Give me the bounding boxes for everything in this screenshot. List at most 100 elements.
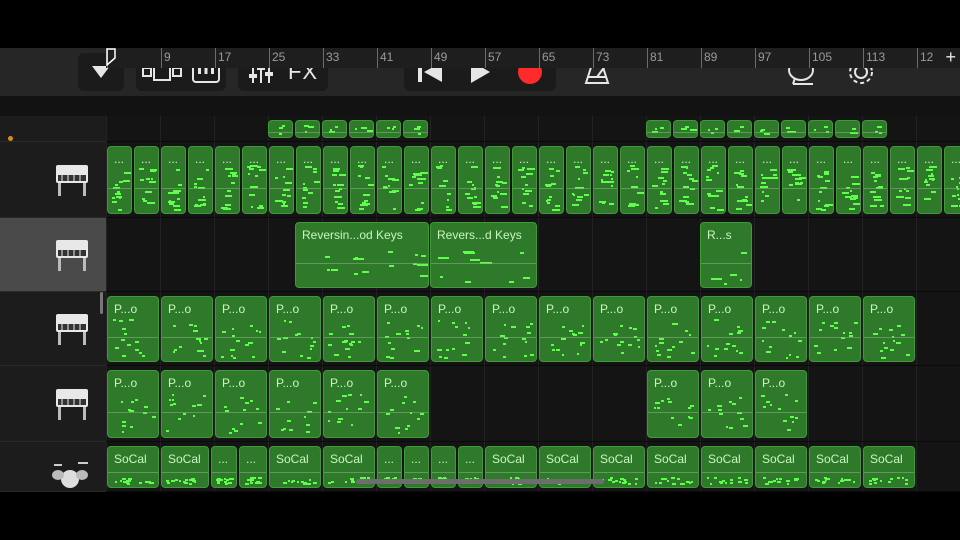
midi-note (414, 174, 422, 177)
midi-region[interactable]: ... (890, 146, 915, 214)
midi-region[interactable]: ... (404, 146, 429, 214)
midi-region[interactable]: P...o (323, 296, 375, 362)
midi-region[interactable]: ... (755, 146, 780, 214)
midi-region[interactable]: SoCal (647, 446, 699, 488)
midi-note (671, 477, 675, 480)
midi-region[interactable]: P...o (809, 296, 861, 362)
midi-region[interactable] (754, 120, 779, 138)
midi-region[interactable]: ... (107, 146, 132, 214)
midi-region[interactable]: P...o (755, 296, 807, 362)
midi-region[interactable]: P...o (485, 296, 537, 362)
midi-region[interactable]: ... (647, 146, 672, 214)
midi-region[interactable] (349, 120, 374, 138)
midi-region[interactable]: ... (917, 146, 942, 214)
midi-region[interactable]: ... (566, 146, 591, 214)
midi-region[interactable] (322, 120, 347, 138)
midi-region[interactable]: P...o (107, 296, 159, 362)
midi-region[interactable] (862, 120, 887, 138)
midi-region[interactable]: R...s (700, 222, 752, 288)
timeline-ruler[interactable]: 9 17 25 33 41 49 57 65 73 81 89 97 105 113 12 (106, 48, 960, 68)
midi-region[interactable]: ... (296, 146, 321, 214)
midi-region[interactable] (700, 120, 725, 138)
midi-region[interactable]: ... (211, 446, 237, 488)
midi-region[interactable]: ... (728, 146, 753, 214)
track-header[interactable] (0, 442, 106, 492)
midi-note (706, 477, 710, 480)
horizontal-scrollbar[interactable] (356, 479, 604, 484)
midi-region[interactable]: P...o (215, 296, 267, 362)
playhead-marker[interactable] (106, 48, 116, 66)
midi-region[interactable]: ... (323, 146, 348, 214)
midi-region[interactable]: ... (215, 146, 240, 214)
midi-region[interactable]: ... (863, 146, 888, 214)
midi-region[interactable] (403, 120, 428, 138)
midi-region[interactable]: SoCal (755, 446, 807, 488)
midi-region[interactable]: P...o (377, 370, 429, 438)
track-header[interactable] (0, 142, 106, 218)
midi-region[interactable]: P...o (323, 370, 375, 438)
midi-region[interactable]: ... (782, 146, 807, 214)
midi-region[interactable]: ... (836, 146, 861, 214)
midi-region[interactable]: P...o (377, 296, 429, 362)
midi-region[interactable]: ... (431, 146, 456, 214)
midi-region[interactable]: ... (188, 146, 213, 214)
midi-region[interactable]: ... (161, 146, 186, 214)
midi-region[interactable]: P...o (863, 296, 915, 362)
midi-region[interactable]: P...o (647, 296, 699, 362)
midi-region[interactable]: P...o (269, 296, 321, 362)
midi-region[interactable]: SoCal (701, 446, 753, 488)
midi-region[interactable]: P...o (269, 370, 321, 438)
midi-region[interactable]: P...o (431, 296, 483, 362)
midi-region[interactable]: P...o (161, 370, 213, 438)
midi-region[interactable]: SoCal (107, 446, 159, 488)
midi-region[interactable] (808, 120, 833, 138)
midi-region[interactable]: P...o (215, 370, 267, 438)
midi-region[interactable]: ... (239, 446, 267, 488)
midi-region[interactable]: Reversin...od Keys (295, 222, 429, 288)
midi-region[interactable]: ... (350, 146, 375, 214)
add-section-button[interactable]: + (945, 47, 956, 68)
midi-region[interactable] (781, 120, 806, 138)
midi-region[interactable]: P...o (701, 370, 753, 438)
track-header[interactable] (0, 116, 106, 142)
midi-region[interactable]: ... (701, 146, 726, 214)
midi-region[interactable]: ... (377, 146, 402, 214)
midi-region[interactable]: P...o (647, 370, 699, 438)
midi-region[interactable]: P...o (701, 296, 753, 362)
midi-region[interactable] (727, 120, 752, 138)
midi-region[interactable]: P...o (755, 370, 807, 438)
midi-region[interactable]: ... (269, 146, 294, 214)
midi-region[interactable] (646, 120, 671, 138)
midi-region[interactable]: ... (134, 146, 159, 214)
midi-region[interactable]: SoCal (809, 446, 861, 488)
midi-region[interactable]: ... (485, 146, 510, 214)
midi-region[interactable] (295, 120, 320, 138)
midi-region[interactable]: ... (944, 146, 960, 214)
midi-region[interactable]: SoCal (863, 446, 915, 488)
midi-region[interactable]: P...o (161, 296, 213, 362)
midi-note (287, 420, 292, 422)
midi-region[interactable]: ... (458, 146, 483, 214)
track-header[interactable] (0, 218, 106, 292)
midi-region[interactable]: ... (539, 146, 564, 214)
midi-region[interactable] (268, 120, 293, 138)
midi-region[interactable]: ... (242, 146, 267, 214)
midi-region[interactable]: ... (593, 146, 618, 214)
track-header[interactable] (0, 366, 106, 442)
midi-region[interactable]: SoCal (269, 446, 321, 488)
midi-region[interactable]: ... (620, 146, 645, 214)
midi-region[interactable]: ... (512, 146, 537, 214)
midi-region[interactable] (835, 120, 860, 138)
midi-region[interactable]: ... (674, 146, 699, 214)
track-header[interactable] (0, 292, 106, 366)
midi-region[interactable]: Revers...d Keys (430, 222, 537, 288)
midi-region[interactable]: SoCal (161, 446, 209, 488)
vertical-scrollbar[interactable] (100, 292, 103, 314)
midi-region[interactable]: P...o (107, 370, 159, 438)
midi-region[interactable] (376, 120, 401, 138)
midi-region[interactable]: P...o (539, 296, 591, 362)
midi-region[interactable] (673, 120, 698, 138)
midi-region[interactable]: P...o (593, 296, 645, 362)
midi-region[interactable]: ... (809, 146, 834, 214)
midi-note (364, 199, 368, 202)
